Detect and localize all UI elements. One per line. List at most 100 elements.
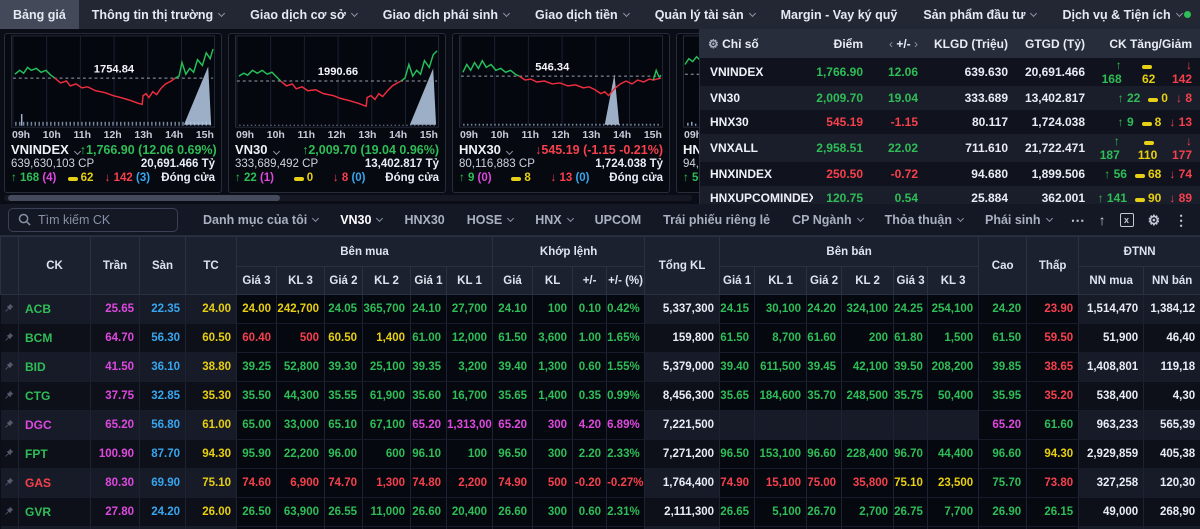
scrollbar-thumb[interactable]: [8, 195, 280, 201]
cell-sell-vol-2[interactable]: 248,500: [841, 381, 895, 411]
cell-sell-vol-2[interactable]: 35,800: [841, 468, 895, 498]
cell-sell-price-3[interactable]: [893, 410, 929, 440]
cell-buy-price-2[interactable]: 74.70: [324, 468, 363, 498]
board-row-fpt[interactable]: FPT 100.90 87.70 94.30 95.90 22,200 96.00 600 96…: [0, 439, 1200, 469]
chevron-right-icon[interactable]: ›: [914, 37, 918, 51]
subcol-match-gia[interactable]: Giá: [492, 266, 534, 295]
cell-match-vol[interactable]: 1,400: [532, 381, 574, 411]
search-box[interactable]: [8, 207, 178, 232]
cell-buy-vol-3[interactable]: 500: [276, 323, 325, 353]
tab-vn30[interactable]: VN30: [329, 213, 393, 227]
col-thap[interactable]: Thấp: [1026, 236, 1080, 295]
cell-buy-vol-3[interactable]: 63,900: [276, 497, 325, 527]
pin-icon[interactable]: [4, 361, 14, 371]
cell-buy-price-1[interactable]: 61.00: [410, 323, 447, 353]
cell-buy-vol-3[interactable]: 52,800: [276, 352, 325, 382]
index-col-updown[interactable]: CK Tăng/Giảm: [1093, 29, 1200, 58]
cell-match-change[interactable]: 0.35: [572, 381, 608, 411]
menu-item-dich-vu-tien-ich[interactable]: Dịch vụ & Tiện ích: [1049, 0, 1194, 29]
cell-match-change-pct[interactable]: 0.42%: [606, 294, 646, 324]
cell-sell-price-1[interactable]: 35.65: [719, 381, 756, 411]
cell-sell-price-1[interactable]: 26.65: [719, 497, 756, 527]
cell-total-volume[interactable]: 7,221,500: [644, 410, 721, 440]
excel-export-icon[interactable]: x: [1119, 212, 1134, 227]
cell-sell-vol-1[interactable]: 184,600: [754, 381, 808, 411]
pin-cell[interactable]: [0, 439, 19, 469]
pin-icon[interactable]: [4, 419, 14, 429]
cell-match-vol[interactable]: 300: [532, 410, 574, 440]
subcol-sell-kl-2[interactable]: KL 2: [841, 266, 895, 295]
board-row-gvr[interactable]: GVR 27.80 24.20 26.00 26.50 63,900 26.55 11,000…: [0, 497, 1200, 527]
cell-sell-vol-2[interactable]: [841, 410, 895, 440]
subcol-nn-nn-ban[interactable]: NN bán: [1143, 266, 1200, 295]
subcol-nn-nn-mua[interactable]: NN mua: [1078, 266, 1145, 295]
cell-match-vol[interactable]: 300: [532, 497, 574, 527]
pin-icon[interactable]: [4, 506, 14, 516]
cell-sell-price-2[interactable]: 35.70: [806, 381, 843, 411]
subcol-buy-gia-3[interactable]: Giá 3: [236, 266, 277, 295]
cell-match-price[interactable]: 24.10: [492, 294, 534, 324]
cell-sell-price-3[interactable]: 61.80: [893, 323, 929, 353]
index-col-chiso[interactable]: ⚙ Chỉ số: [700, 29, 813, 58]
cell-sell-vol-1[interactable]: 5,100: [754, 497, 808, 527]
tab-danh-muc-cua-toi[interactable]: Danh mục của tôi: [192, 213, 329, 227]
cell-sell-vol-3[interactable]: 7,700: [927, 497, 980, 527]
cell-buy-vol-1[interactable]: 2,200: [446, 468, 494, 498]
cell-buy-price-3[interactable]: 26.50: [236, 497, 277, 527]
cell-buy-vol-2[interactable]: 67,100: [362, 410, 411, 440]
cell-sell-vol-3[interactable]: 23,500: [927, 468, 980, 498]
index-row-hnxupcomindex[interactable]: HNXUPCOMINDEX 120.75 0.54 25.884 362.001…: [700, 186, 1200, 204]
tab-hnx30[interactable]: HNX30: [393, 213, 455, 227]
pin-cell[interactable]: [0, 381, 19, 411]
cell-total-volume[interactable]: 5,379,000: [644, 352, 721, 382]
cell-buy-vol-2[interactable]: 11,000: [362, 497, 411, 527]
cell-match-vol[interactable]: 100: [532, 294, 574, 324]
cell-buy-price-2[interactable]: 26.55: [324, 497, 363, 527]
cell-match-price[interactable]: 39.40: [492, 352, 534, 382]
cell-sell-price-1[interactable]: 24.15: [719, 294, 756, 324]
chart-index-name[interactable]: HNXI: [683, 142, 699, 157]
board-row-dgc[interactable]: DGC 65.20 56.80 61.00 65.00 33,000 65.10 67,100…: [0, 410, 1200, 440]
menu-item-giao-dich-phai-sinh[interactable]: Giao dịch phái sinh: [370, 0, 522, 29]
cell-sell-price-1[interactable]: 96.50: [719, 439, 756, 469]
pin-icon[interactable]: [4, 303, 14, 313]
menu-item-quan-ly-tai-san[interactable]: Quản lý tài sản: [642, 0, 768, 29]
ticker-symbol[interactable]: ACB: [18, 294, 91, 324]
ticker-symbol[interactable]: BID: [18, 352, 91, 382]
pin-cell[interactable]: [0, 497, 19, 527]
col-tran[interactable]: Trần: [90, 236, 140, 295]
cell-buy-price-3[interactable]: 35.50: [236, 381, 277, 411]
cell-sell-vol-3[interactable]: 50,400: [927, 381, 980, 411]
cell-buy-vol-2[interactable]: 1,400: [362, 323, 411, 353]
cell-buy-vol-2[interactable]: 365,700: [362, 294, 411, 324]
ticker-symbol[interactable]: GAS: [18, 468, 91, 498]
cell-buy-vol-2[interactable]: 1,300: [362, 468, 411, 498]
cell-match-change[interactable]: 2.20: [572, 439, 608, 469]
subcol-buy-gia-1[interactable]: Giá 1: [410, 266, 447, 295]
cell-sell-vol-2[interactable]: 42,100: [841, 352, 895, 382]
subcol-buy-kl-2[interactable]: KL 2: [362, 266, 411, 295]
cell-match-vol[interactable]: 500: [532, 468, 574, 498]
cell-total-volume[interactable]: 2,111,300: [644, 497, 721, 527]
cell-match-price[interactable]: 61.50: [492, 323, 534, 353]
pin-icon[interactable]: [4, 448, 14, 458]
cell-sell-price-2[interactable]: 61.60: [806, 323, 843, 353]
cell-sell-vol-2[interactable]: 324,100: [841, 294, 895, 324]
subcol-match-[interactable]: +/-: [572, 266, 608, 295]
cell-sell-price-2[interactable]: 26.70: [806, 497, 843, 527]
cell-buy-vol-1[interactable]: 12,000: [446, 323, 494, 353]
ticker-symbol[interactable]: CTG: [18, 381, 91, 411]
tab-phai-sinh[interactable]: Phái sinh: [974, 213, 1063, 227]
subcol-match-[interactable]: +/- (%): [606, 266, 646, 295]
index-col-chg[interactable]: ‹ +/- ›: [871, 29, 926, 58]
tab-cp-nganh[interactable]: CP Ngành: [781, 213, 874, 227]
index-row-hnx30[interactable]: HNX30 545.19 -1.15 80.117 1,724.038 ↑ 9 …: [700, 110, 1200, 134]
board-row-bcm[interactable]: BCM 64.70 56.30 60.50 60.40 500 60.50 1,400 61.0…: [0, 323, 1200, 353]
cell-buy-price-2[interactable]: 60.50: [324, 323, 363, 353]
menu-item-giao-dien-cua-toi[interactable]: Giao diện của tôi: [1195, 0, 1200, 29]
cell-match-change-pct[interactable]: 2.33%: [606, 439, 646, 469]
cell-match-change-pct[interactable]: -0.27%: [606, 468, 646, 498]
cell-buy-price-2[interactable]: 39.30: [324, 352, 363, 382]
cell-buy-price-2[interactable]: 65.10: [324, 410, 363, 440]
cell-sell-price-3[interactable]: 75.10: [893, 468, 929, 498]
